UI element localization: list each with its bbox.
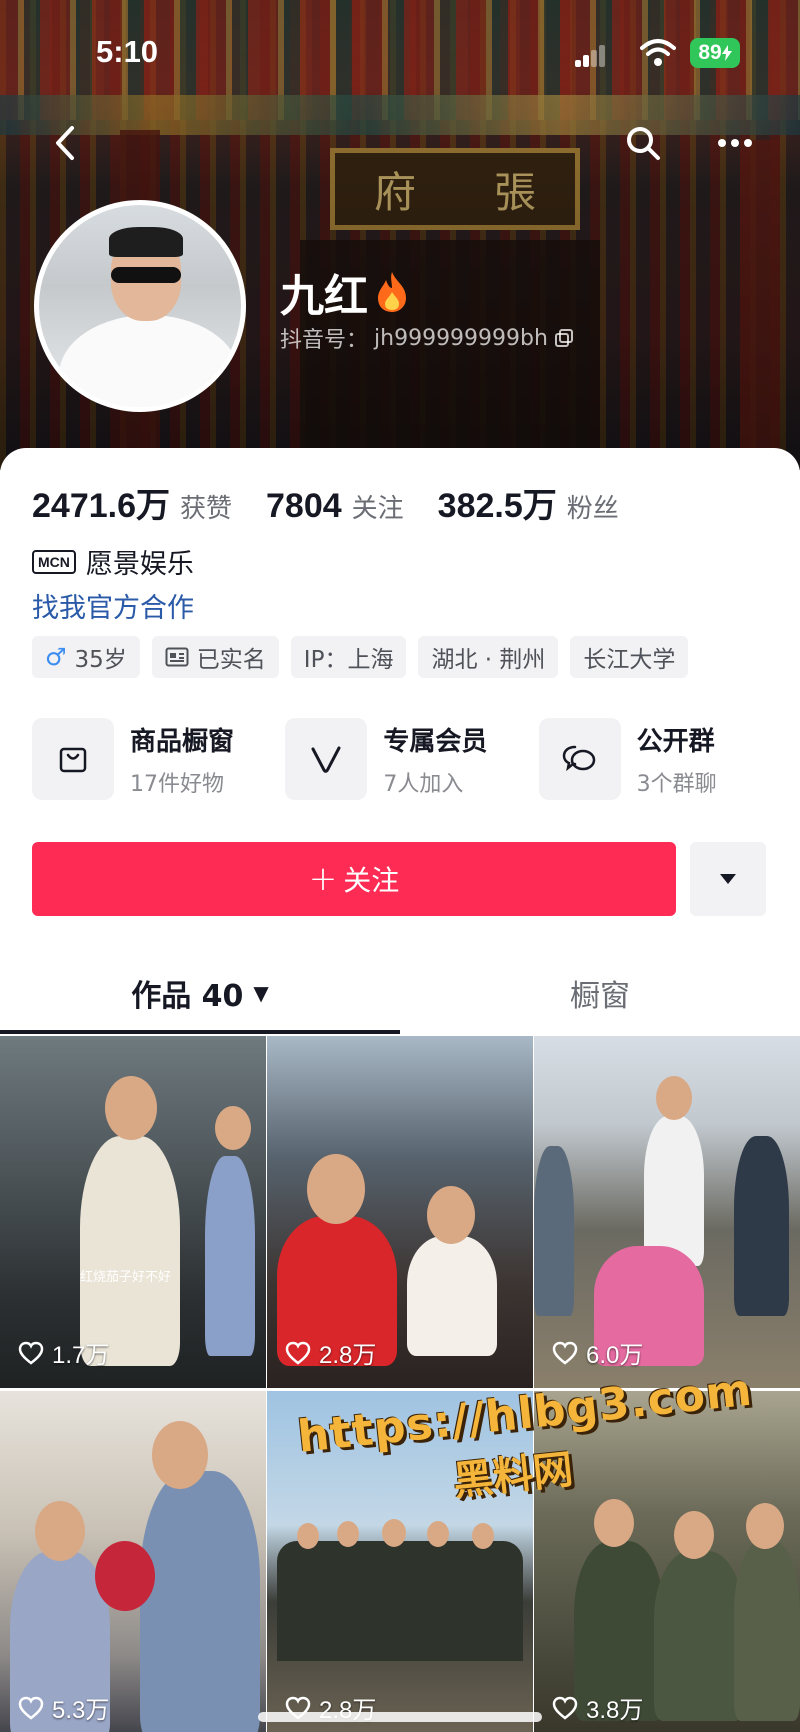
stat-label: 关注 <box>351 494 404 524</box>
charging-icon <box>721 45 732 61</box>
feature-group-chat[interactable]: 公开群 3个群聊 <box>538 718 792 800</box>
status-bar: 5:10 89 <box>0 0 800 110</box>
feature-shop-window[interactable]: 商品橱窗 17件好物 <box>32 718 285 800</box>
like-count: 1.7万 <box>18 1335 109 1370</box>
wifi-icon <box>640 39 676 66</box>
stat-label: 粉丝 <box>566 494 619 524</box>
member-v-icon <box>285 718 368 800</box>
douyin-id: jh999999999bh <box>374 325 548 351</box>
video-thumbnail[interactable]: 5.3万 <box>0 1391 266 1732</box>
search-button[interactable] <box>618 118 668 168</box>
video-thumbnail[interactable]: 红烧茄子好不好 1.7万 <box>0 1036 266 1388</box>
caret-down-icon <box>720 874 736 884</box>
feature-title: 公开群 <box>636 726 715 757</box>
copy-icon[interactable] <box>554 328 574 348</box>
male-icon: ♂ <box>45 643 67 671</box>
heart-icon <box>18 1696 44 1720</box>
battery-level: 89 <box>698 41 722 64</box>
stat-following[interactable]: 7804 关注 <box>266 487 404 526</box>
video-thumbnail[interactable]: 2.8万 <box>267 1036 533 1388</box>
stat-followers[interactable]: 382.5万 粉丝 <box>438 478 619 527</box>
caret-down-icon: ▼ <box>253 981 269 1005</box>
stat-label: 获赞 <box>180 494 233 524</box>
like-count: 3.8万 <box>552 1690 643 1725</box>
avatar[interactable] <box>34 200 246 412</box>
id-card-icon <box>165 647 189 667</box>
heart-icon <box>552 1696 578 1720</box>
like-count: 2.8万 <box>285 1335 376 1370</box>
mcn-badge: MCN <box>32 549 76 574</box>
recommend-dropdown-button[interactable] <box>690 842 766 916</box>
feature-subtitle: 17件好物 <box>130 771 224 797</box>
feature-title: 商品橱窗 <box>130 726 235 757</box>
chat-bubbles-icon <box>538 718 621 800</box>
stat-likes[interactable]: 2471.6万 获赞 <box>32 478 232 527</box>
active-tab-indicator <box>0 1030 400 1034</box>
back-button[interactable] <box>40 118 90 168</box>
fire-icon <box>378 272 406 312</box>
follow-label: 关注 <box>343 864 400 897</box>
video-thumbnail[interactable]: 6.0万 <box>534 1036 800 1388</box>
feature-subtitle: 3个群聊 <box>636 771 717 797</box>
search-icon <box>627 127 660 160</box>
tab-label: 橱窗 <box>570 979 630 1014</box>
douyin-id-row[interactable]: 抖音号： jh999999999bh <box>280 322 574 354</box>
display-name: 九红 <box>280 271 368 322</box>
tag-location: 湖北 · 荆州 <box>418 636 559 678</box>
plus-icon: + <box>308 859 338 899</box>
tag-verified[interactable]: 已实名 <box>151 636 279 678</box>
profile-sheet: 2471.6万 获赞 7804 关注 382.5万 粉丝 MCN 愿景娱乐 找我… <box>0 448 800 1732</box>
douyin-id-label: 抖音号： <box>280 328 369 353</box>
profile-tags: ♂ 35岁 已实名 IP：上海 湖北 · 荆州 长江大学 <box>32 636 689 678</box>
stats-row: 2471.6万 获赞 7804 关注 382.5万 粉丝 <box>32 478 653 527</box>
like-count: 6.0万 <box>552 1335 643 1370</box>
tag-text: IP：上海 <box>303 647 394 673</box>
tag-text: 已实名 <box>196 647 266 673</box>
status-time: 5:10 <box>96 34 159 69</box>
like-count: 5.3万 <box>18 1690 109 1725</box>
tag-school[interactable]: 长江大学 <box>570 636 689 678</box>
follow-button[interactable]: + 关注 <box>32 842 676 916</box>
battery-indicator: 89 <box>690 38 740 68</box>
like-count-value: 5.3万 <box>52 1697 110 1724</box>
feature-title: 专属会员 <box>383 726 488 757</box>
chevron-left-icon <box>56 126 74 160</box>
cellular-signal-icon <box>575 45 605 67</box>
stat-value: 2471.6万 <box>32 487 170 525</box>
mcn-row[interactable]: MCN 愿景娱乐 <box>32 542 194 581</box>
stat-value: 7804 <box>266 487 342 525</box>
like-count-value: 6.0万 <box>586 1342 644 1369</box>
tab-label: 作品 40 <box>131 979 244 1014</box>
like-count-value: 2.8万 <box>319 1342 377 1369</box>
heart-icon <box>552 1341 578 1365</box>
video-caption: 红烧茄子好不好 <box>80 1270 172 1285</box>
content-tabs: 作品 40 ▼ 橱窗 <box>0 948 800 1038</box>
like-count-value: 3.8万 <box>586 1697 644 1724</box>
heart-icon <box>285 1341 311 1365</box>
display-name-row: 九红 <box>280 260 412 324</box>
more-button[interactable] <box>710 118 760 168</box>
shopping-bag-icon <box>32 718 114 800</box>
feature-membership[interactable]: 专属会员 7人加入 <box>285 718 538 800</box>
tag-text: 长江大学 <box>583 647 676 673</box>
tag-age: ♂ 35岁 <box>32 636 140 678</box>
home-indicator[interactable] <box>258 1712 542 1722</box>
tab-shop-window[interactable]: 橱窗 <box>400 948 800 1038</box>
stat-value: 382.5万 <box>437 487 557 525</box>
cooperate-link[interactable]: 找我官方合作 <box>32 586 194 625</box>
like-count-value: 1.7万 <box>52 1342 110 1369</box>
feature-subtitle: 7人加入 <box>383 771 464 797</box>
tag-text: 35岁 <box>74 647 127 673</box>
tag-text: 湖北 · 荆州 <box>431 647 546 673</box>
more-dots-icon <box>718 139 752 147</box>
tag-ip: IP：上海 <box>290 636 407 678</box>
tab-works[interactable]: 作品 40 ▼ <box>0 948 400 1038</box>
mcn-name: 愿景娱乐 <box>85 549 194 580</box>
heart-icon <box>18 1341 44 1365</box>
feature-entries: 商品橱窗 17件好物 专属会员 7人加入 公开群 3个群聊 <box>32 718 792 800</box>
